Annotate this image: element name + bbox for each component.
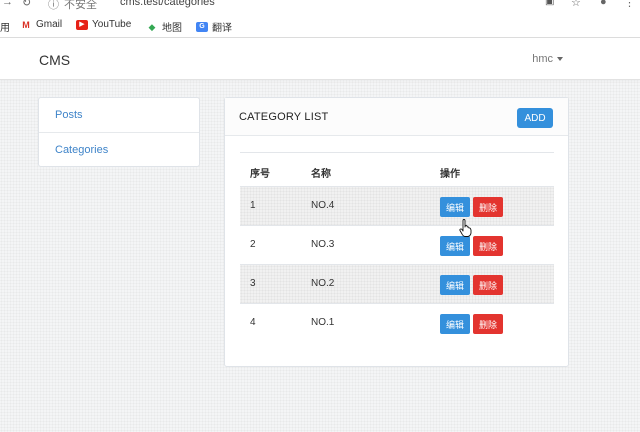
maps-icon: ◆ [148,21,156,32]
row-name: NO.4 [311,200,335,211]
bookmark-label: 用 [0,23,10,34]
card-title: CATEGORY LIST [239,111,329,123]
row-index: 1 [250,200,256,211]
info-icon[interactable]: ⓘ [48,0,59,12]
row-name: NO.3 [311,239,335,250]
sidebar-item-categories[interactable]: Categories [39,132,199,166]
table-row: 3 NO.2 编辑 删除 [240,265,554,304]
bookmark-star-icon[interactable]: ☆ [571,0,581,9]
hand-cursor-icon [459,219,472,237]
translate-page-icon[interactable]: ▣ [545,0,554,7]
row-actions: 编辑 删除 [440,197,504,217]
row-name: NO.2 [311,278,335,289]
header-index: 序号 [250,169,270,180]
bookmark-label: 翻译 [212,23,232,34]
security-label: 不安全 [64,0,97,11]
row-name: NO.1 [311,317,335,328]
category-card: CATEGORY LIST ADD 序号 名称 操作 1 NO.4 编辑 删除 … [224,97,569,367]
bookmark-label: 地图 [162,23,182,34]
table-header-row: 序号 名称 操作 [240,153,554,187]
bookmark-label: YouTube [92,19,132,30]
edit-button[interactable]: 编辑 [440,314,471,334]
delete-button[interactable]: 删除 [473,197,504,217]
table-row: 4 NO.1 编辑 删除 [240,304,554,343]
sidebar: Posts Categories [38,97,200,167]
row-actions: 编辑 删除 [440,314,504,334]
bookmarks-bar: 用 M Gmail ▶ YouTube ◆ 地图 G 翻译 [0,18,640,34]
brand-link[interactable]: CMS [39,52,70,68]
add-button[interactable]: ADD [517,108,553,128]
app-navbar: CMS hmc [0,38,640,80]
row-actions: 编辑 删除 [440,275,504,295]
youtube-icon: ▶ [76,19,88,30]
delete-button[interactable]: 删除 [473,275,504,295]
bookmark-apps[interactable]: 用 [0,19,10,34]
gmail-icon: M [22,19,30,30]
card-header: CATEGORY LIST ADD [225,98,568,136]
table-row: 2 NO.3 编辑 删除 [240,226,554,265]
row-actions: 编辑 删除 [440,236,504,256]
bookmark-youtube[interactable]: ▶ YouTube [76,19,131,30]
header-actions: 操作 [440,169,460,180]
delete-button[interactable]: 删除 [473,236,504,256]
table-row: 1 NO.4 编辑 删除 [240,187,554,226]
address-bar: → ↻ ⓘ 不安全 cms.test/categories ▣ ☆ ● ⋮ [0,0,640,12]
edit-button[interactable]: 编辑 [440,275,471,295]
edit-button[interactable]: 编辑 [440,197,471,217]
bookmark-gmail[interactable]: M Gmail [20,19,62,30]
forward-icon[interactable]: → [2,0,13,8]
user-name: hmc [532,53,553,65]
row-index: 4 [250,317,256,328]
account-icon[interactable]: ● [600,0,607,8]
translate-icon: G [196,21,208,32]
url-text[interactable]: cms.test/categories [120,0,215,8]
sidebar-item-posts[interactable]: Posts [39,98,199,132]
user-dropdown[interactable]: hmc [532,53,563,65]
row-index: 3 [250,278,256,289]
edit-button[interactable]: 编辑 [440,236,471,256]
bookmark-maps[interactable]: ◆ 地图 [146,19,182,35]
delete-button[interactable]: 删除 [473,314,504,334]
bookmark-label: Gmail [36,19,63,30]
row-index: 2 [250,239,256,250]
caret-down-icon [557,57,563,62]
category-table: 序号 名称 操作 1 NO.4 编辑 删除 2 NO.3 编辑 删除 3 NO.… [240,152,554,343]
reload-icon[interactable]: ↻ [22,0,31,9]
header-name: 名称 [311,169,331,180]
browser-chrome: → ↻ ⓘ 不安全 cms.test/categories ▣ ☆ ● ⋮ 用 … [0,0,640,38]
bookmark-translate[interactable]: G 翻译 [196,19,232,34]
browser-menu-icon[interactable]: ⋮ [624,0,635,9]
